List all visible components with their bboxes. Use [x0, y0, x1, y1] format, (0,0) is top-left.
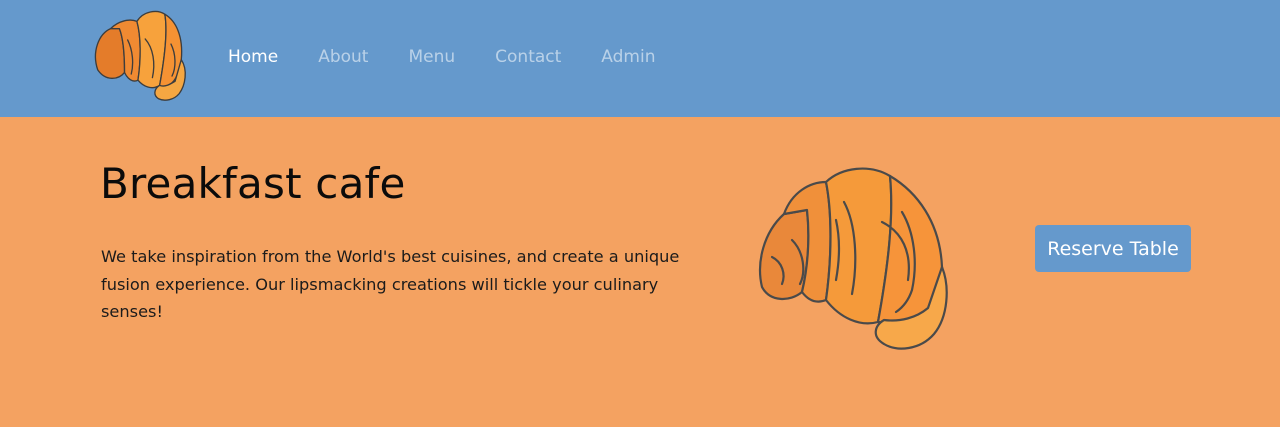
brand-logo-link[interactable] — [80, 8, 198, 106]
page-bottom-strip — [0, 427, 1280, 438]
croissant-logo-icon — [94, 10, 186, 101]
nav-menu-link[interactable]: Menu — [408, 45, 455, 69]
croissant-illustration-icon — [758, 167, 948, 350]
hero-section: Breakfast cafe We take inspiration from … — [0, 117, 1280, 427]
main-nav: Home About Menu Contact Admin — [228, 45, 695, 69]
hero-title: Breakfast cafe — [100, 159, 406, 208]
hero-image — [752, 162, 952, 354]
nav-contact-link[interactable]: Contact — [495, 45, 561, 69]
hero-description: We take inspiration from the World's bes… — [101, 247, 680, 321]
nav-home-link[interactable]: Home — [228, 45, 278, 69]
navbar: Home About Menu Contact Admin — [0, 0, 1280, 117]
nav-admin-link[interactable]: Admin — [601, 45, 655, 69]
nav-about-link[interactable]: About — [318, 45, 368, 69]
reserve-table-button[interactable]: Reserve Table — [1035, 225, 1191, 272]
